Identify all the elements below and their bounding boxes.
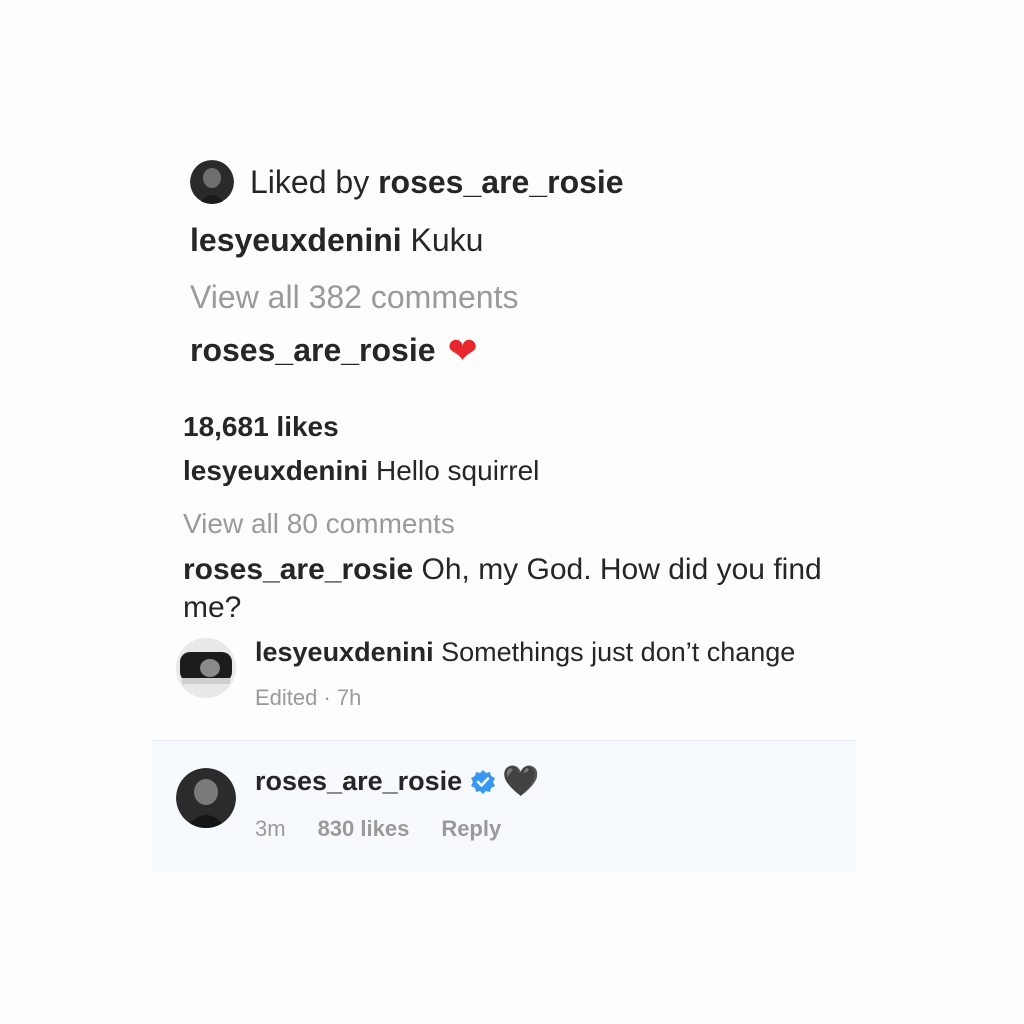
- liker-avatar[interactable]: [190, 160, 234, 204]
- comment-username[interactable]: roses_are_rosie: [190, 332, 436, 369]
- liked-by-prefix: Liked by: [250, 163, 379, 200]
- verified-badge-icon: [470, 769, 496, 795]
- comment-username[interactable]: roses_are_rosie: [183, 553, 413, 586]
- reply-meta: Edited · 7h: [255, 685, 362, 710]
- view-all-comments-link[interactable]: View all 382 comments: [190, 279, 518, 316]
- liked-by-username[interactable]: roses_are_rosie: [378, 164, 624, 200]
- reply-avatar[interactable]: [176, 638, 236, 698]
- reply-avatar[interactable]: [176, 768, 236, 828]
- reply-username[interactable]: roses_are_rosie: [255, 766, 462, 797]
- comment: roses_are_rosie ❤: [190, 332, 478, 369]
- caption-username[interactable]: lesyeuxdenini: [183, 455, 368, 486]
- red-heart-icon: ❤: [447, 329, 478, 371]
- reply-comment: lesyeuxdenini Somethings just don’t chan…: [255, 637, 795, 668]
- view-all-comments-link[interactable]: View all 80 comments: [183, 508, 455, 540]
- reply-username[interactable]: lesyeuxdenini: [255, 637, 434, 667]
- caption-text: Hello squirrel: [368, 455, 540, 486]
- reply-button[interactable]: Reply: [441, 816, 501, 842]
- reply-likes[interactable]: 830 likes: [318, 816, 410, 842]
- caption: lesyeuxdenini Hello squirrel: [183, 455, 539, 487]
- reply-time: 3m: [255, 816, 286, 841]
- likes-count[interactable]: 18,681 likes: [183, 411, 339, 443]
- caption: lesyeuxdenini Kuku: [190, 222, 483, 259]
- caption-text: Kuku: [401, 222, 484, 258]
- reply-meta: 3m 830 likes Reply: [255, 816, 533, 842]
- highlighted-comment: [152, 740, 856, 871]
- comment: roses_are_rosie Oh, my God. How did you …: [183, 551, 823, 627]
- reply-comment: roses_are_rosie 🖤: [255, 766, 540, 797]
- reply-text: Somethings just don’t change: [433, 637, 796, 667]
- caption-username[interactable]: lesyeuxdenini: [190, 222, 402, 258]
- liked-by-row: Liked by roses_are_rosie: [190, 160, 624, 204]
- black-heart-icon: 🖤: [502, 764, 540, 798]
